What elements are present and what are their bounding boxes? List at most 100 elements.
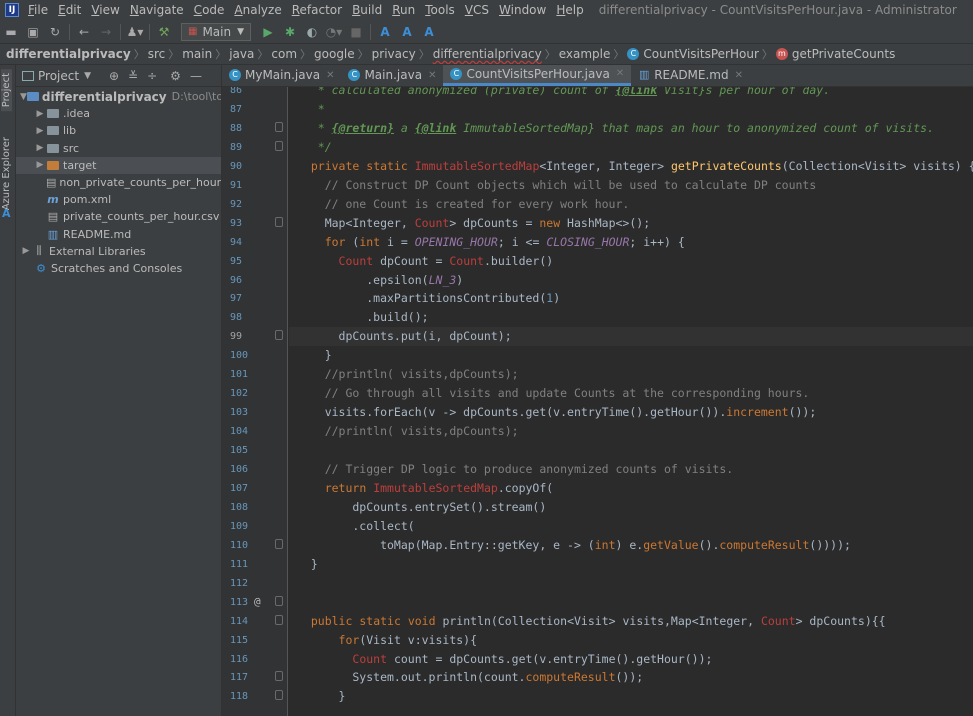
run-icon[interactable]: ▶ — [257, 22, 279, 42]
code-line[interactable]: Count dpCount = Count.builder() — [289, 252, 973, 271]
fold-marker-icon[interactable] — [275, 595, 283, 606]
code-line[interactable]: for (int i = OPENING_HOUR; i <= CLOSING_… — [289, 233, 973, 252]
user-icon[interactable]: ♟▾ — [124, 22, 146, 42]
editor-gutter[interactable]: 86 87 88 89 90 91 92 93 94 95 96 97 98 99 100 101 102 103… — [222, 87, 288, 716]
gutter-line[interactable]: 114 — [222, 612, 287, 631]
expand-all-icon[interactable]: ≚ — [128, 69, 138, 83]
tree-item-lib[interactable]: ▶ lib — [16, 122, 221, 139]
gutter-line[interactable]: 116 — [222, 650, 287, 669]
breadcrumb-class[interactable]: C CountVisitsPerHour — [627, 47, 759, 61]
menu-vcs[interactable]: VCS — [460, 3, 494, 17]
breadcrumb-method[interactable]: m getPrivateCounts — [775, 47, 895, 61]
gutter-line[interactable]: 92 — [222, 195, 287, 214]
azure-explorer-icon[interactable]: A — [2, 207, 11, 220]
breadcrumb-item[interactable]: com — [271, 47, 297, 61]
code-line[interactable] — [289, 593, 973, 612]
sync-icon[interactable]: ↻ — [44, 22, 66, 42]
gutter-line[interactable]: 93 — [222, 214, 287, 233]
menu-help[interactable]: Help — [551, 3, 588, 17]
build-hammer-icon[interactable]: ⚒ — [153, 22, 175, 42]
code-line[interactable]: toMap(Map.Entry::getKey, e -> (int) e.ge… — [289, 536, 973, 555]
menu-navigate[interactable]: Navigate — [125, 3, 189, 17]
gutter-line[interactable]: 102 — [222, 384, 287, 403]
annotation-icon[interactable]: @ — [254, 595, 261, 608]
fold-marker-icon[interactable] — [275, 330, 283, 341]
run-configuration-select[interactable]: ▦ Main ▼ — [181, 22, 252, 41]
chevron-right-icon[interactable]: ▶ — [34, 143, 46, 153]
chevron-right-icon[interactable]: ▶ — [34, 126, 46, 136]
stop-icon[interactable]: ■ — [345, 22, 367, 42]
menu-edit[interactable]: Edit — [53, 3, 86, 17]
code-line[interactable]: return ImmutableSortedMap.copyOf( — [289, 479, 973, 498]
code-line[interactable]: // Trigger DP logic to produce anonymize… — [289, 460, 973, 479]
menu-analyze[interactable]: Analyze — [229, 3, 286, 17]
gutter-line[interactable]: 117 — [222, 668, 287, 687]
back-icon[interactable]: ← — [73, 22, 95, 42]
gutter-line[interactable]: 91 — [222, 176, 287, 195]
gutter-line[interactable]: 100 — [222, 346, 287, 365]
code-line[interactable]: Map<Integer, Count> dpCounts = new HashM… — [289, 214, 973, 233]
code-line[interactable]: //println( visits,dpCounts); — [289, 365, 973, 384]
code-line[interactable]: System.out.println(count.computeResult()… — [289, 668, 973, 687]
project-tool-tab[interactable]: Project — [1, 69, 12, 112]
menu-tools[interactable]: Tools — [420, 3, 460, 17]
tab-mymain[interactable]: C MyMain.java ✕ — [222, 65, 341, 86]
collapse-all-icon[interactable]: ÷ — [147, 69, 157, 83]
menu-run[interactable]: Run — [387, 3, 420, 17]
fold-marker-icon[interactable] — [275, 140, 283, 151]
tree-item-pom[interactable]: m pom.xml — [16, 191, 221, 208]
breadcrumb-root[interactable]: differentialprivacy — [6, 47, 131, 61]
tree-item-scratches[interactable]: ⚙ Scratches and Consoles — [16, 260, 221, 277]
code-line[interactable]: private static ImmutableSortedMap<Intege… — [289, 157, 973, 176]
profile-icon[interactable]: ◔▾ — [323, 22, 345, 42]
code-line[interactable]: } — [289, 687, 973, 706]
menu-file[interactable]: File — [23, 3, 53, 17]
gutter-line[interactable]: 101 — [222, 365, 287, 384]
fold-marker-icon[interactable] — [275, 538, 283, 549]
debug-icon[interactable]: ✱ — [279, 22, 301, 42]
gutter-line[interactable]: 103 — [222, 403, 287, 422]
code-line[interactable]: // one Count is created for every work h… — [289, 195, 973, 214]
gutter-line[interactable]: 86 — [222, 87, 287, 100]
azure-explorer-icon[interactable]: A — [418, 22, 440, 42]
close-icon[interactable]: ✕ — [428, 70, 436, 81]
gutter-line[interactable]: 90 — [222, 157, 287, 176]
coverage-icon[interactable]: ◐ — [301, 22, 323, 42]
chevron-down-icon[interactable]: ▼ — [20, 92, 27, 102]
gutter-line[interactable]: 89 — [222, 138, 287, 157]
code-editor[interactable]: * calculated anonymized (private) count … — [289, 87, 973, 716]
fold-marker-icon[interactable] — [275, 614, 283, 625]
gutter-line[interactable]: 98 — [222, 308, 287, 327]
azure-explorer-tool-tab[interactable]: Azure Explorer — [1, 133, 12, 214]
code-line[interactable]: .epsilon(LN_3) — [289, 271, 973, 290]
code-line[interactable]: // Go through all visits and update Coun… — [289, 384, 973, 403]
gutter-line[interactable]: 118 — [222, 687, 287, 706]
code-line[interactable]: */ — [289, 138, 973, 157]
breadcrumb-item[interactable]: java — [229, 47, 254, 61]
code-line[interactable]: // Construct DP Count objects which will… — [289, 176, 973, 195]
code-line[interactable]: visits.forEach(v -> dpCounts.get(v.entry… — [289, 403, 973, 422]
chevron-right-icon[interactable]: ▶ — [34, 109, 46, 119]
gutter-line[interactable]: 88 — [222, 119, 287, 138]
menu-view[interactable]: View — [86, 3, 124, 17]
breadcrumb-item[interactable]: src — [148, 47, 166, 61]
tree-item-non-private-csv[interactable]: ▤ non_private_counts_per_hour.csv — [16, 174, 221, 191]
code-line[interactable] — [289, 574, 973, 593]
close-icon[interactable]: ✕ — [326, 70, 334, 81]
gutter-line[interactable]: 99 — [222, 327, 287, 346]
gutter-line[interactable]: 108 — [222, 498, 287, 517]
code-line[interactable]: public static void println(Collection<Vi… — [289, 612, 973, 631]
gutter-line[interactable]: 87 — [222, 100, 287, 119]
code-line[interactable]: * calculated anonymized (private) count … — [289, 87, 973, 100]
minimize-icon[interactable]: — — [190, 69, 202, 83]
menu-refactor[interactable]: Refactor — [287, 3, 347, 17]
gutter-line[interactable]: 105 — [222, 441, 287, 460]
breadcrumb-item[interactable]: example — [559, 47, 611, 61]
open-folder-icon[interactable]: ▬ — [0, 22, 22, 42]
save-icon[interactable]: ▣ — [22, 22, 44, 42]
code-line[interactable]: .maxPartitionsContributed(1) — [289, 289, 973, 308]
forward-icon[interactable]: → — [95, 22, 117, 42]
code-line[interactable]: * {@return} a {@link ImmutableSortedMap}… — [289, 119, 973, 138]
code-line[interactable] — [289, 441, 973, 460]
gutter-line[interactable]: 109 — [222, 517, 287, 536]
